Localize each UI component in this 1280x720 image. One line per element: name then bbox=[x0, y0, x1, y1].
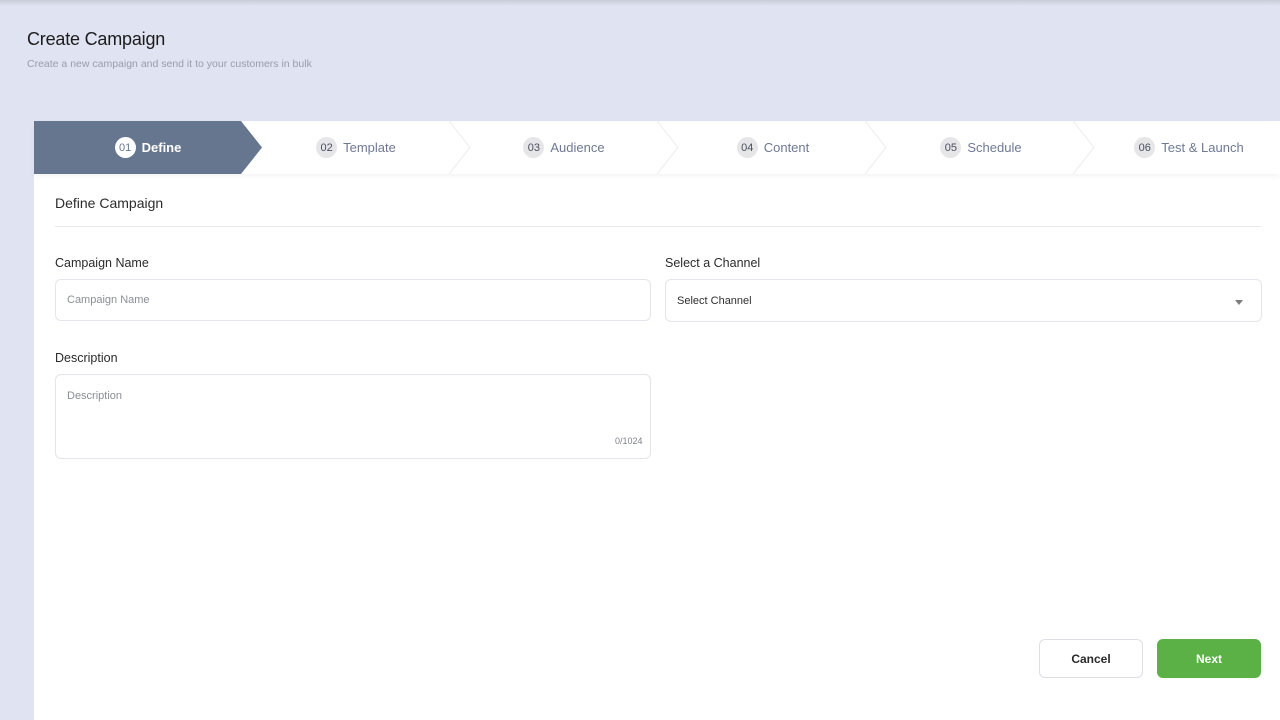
page-title: Create Campaign bbox=[27, 29, 166, 49]
cancel-button[interactable]: Cancel bbox=[1039, 639, 1143, 678]
step-label: Template bbox=[343, 140, 396, 155]
step-number: 06 bbox=[1134, 137, 1156, 158]
step-label: Audience bbox=[550, 140, 605, 155]
channel-select-value: Select Channel bbox=[677, 294, 752, 307]
next-button[interactable]: Next bbox=[1157, 639, 1261, 678]
campaign-name-input[interactable] bbox=[55, 279, 651, 321]
step-audience[interactable]: 03 Audience bbox=[449, 121, 679, 174]
campaign-card: 01 Define 02 Template 03 Audience 04 Con… bbox=[34, 121, 1280, 720]
step-test-launch[interactable]: 06 Test & Launch bbox=[1073, 121, 1280, 174]
step-label: Content bbox=[763, 140, 810, 155]
step-number: 01 bbox=[114, 137, 136, 158]
step-define[interactable]: 01 Define bbox=[34, 121, 262, 174]
step-number: 05 bbox=[940, 137, 962, 158]
stepper: 01 Define 02 Template 03 Audience 04 Con… bbox=[34, 121, 1280, 174]
page-subtitle: Create a new campaign and send it to you… bbox=[27, 58, 312, 70]
channel-select[interactable]: Select Channel bbox=[665, 279, 1262, 322]
channel-label: Select a Channel bbox=[665, 256, 761, 270]
step-template[interactable]: 02 Template bbox=[241, 121, 471, 174]
step-label: Schedule bbox=[967, 140, 1022, 155]
step-number: 02 bbox=[316, 137, 338, 158]
chevron-down-icon bbox=[1235, 299, 1243, 305]
description-char-counter: 0/1024 bbox=[615, 436, 643, 446]
step-label: Define bbox=[141, 140, 182, 155]
description-textarea[interactable] bbox=[55, 374, 651, 459]
step-content[interactable]: 04 Content bbox=[657, 121, 889, 174]
description-label: Description bbox=[55, 351, 118, 365]
step-schedule[interactable]: 05 Schedule bbox=[865, 121, 1097, 174]
step-number: 03 bbox=[523, 137, 545, 158]
step-number: 04 bbox=[736, 137, 758, 158]
top-shadow bbox=[0, 0, 1280, 6]
campaign-name-label: Campaign Name bbox=[55, 256, 149, 270]
section-divider bbox=[55, 226, 1261, 227]
section-title: Define Campaign bbox=[55, 195, 164, 211]
step-label: Test & Launch bbox=[1161, 140, 1244, 155]
